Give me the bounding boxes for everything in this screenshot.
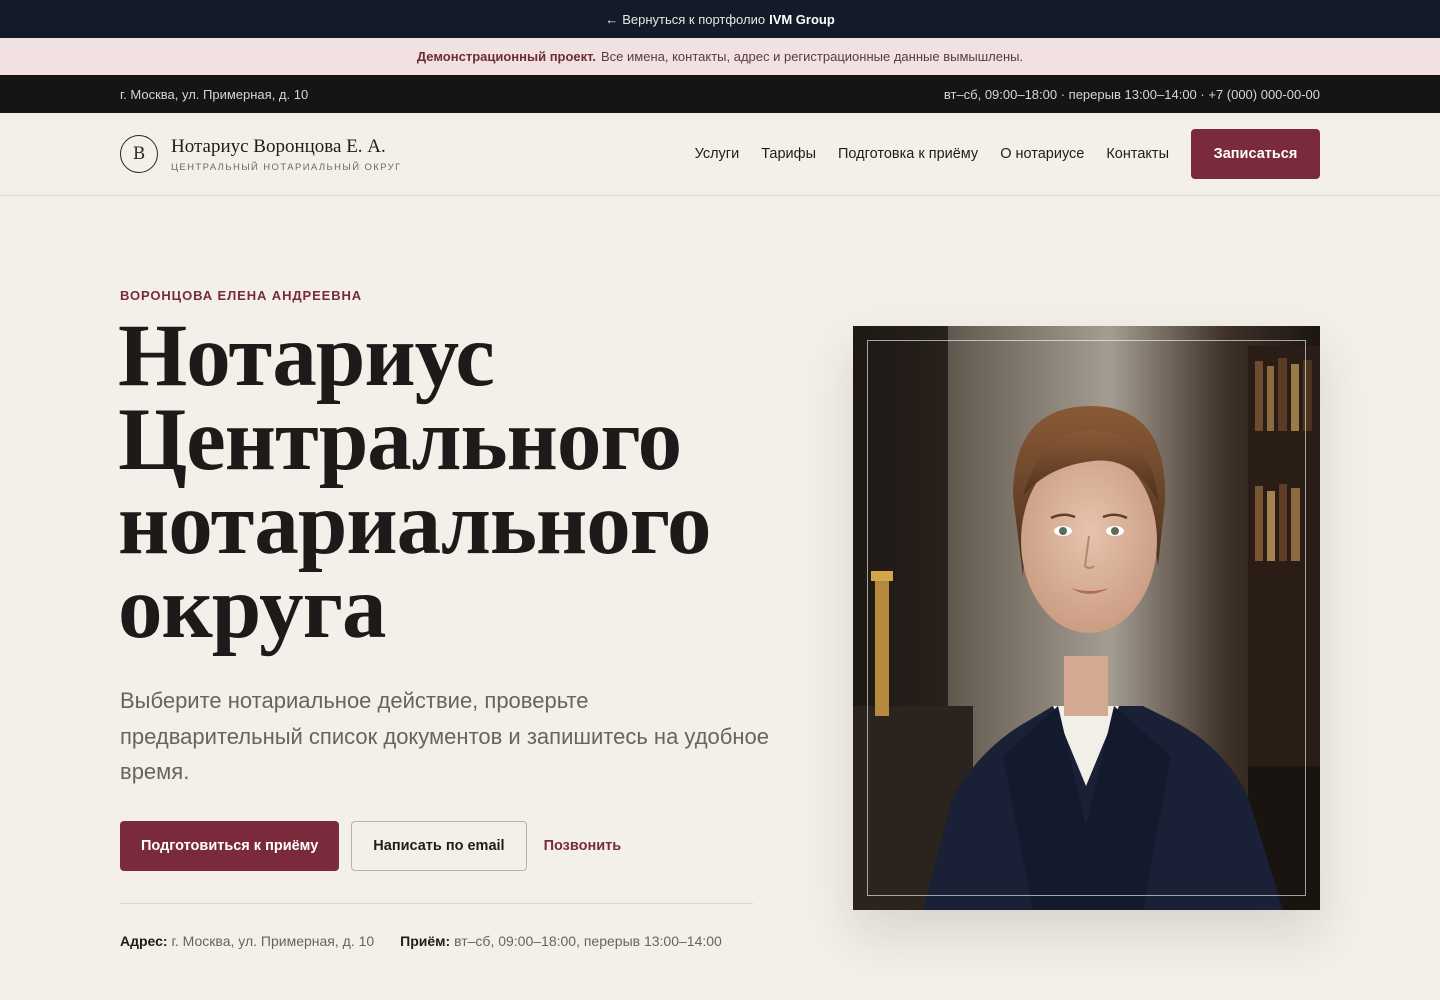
portfolio-topbar: ← Вернуться к портфолио IVM Group xyxy=(0,0,1440,38)
nav-item-preparation[interactable]: Подготовка к приёму xyxy=(838,146,978,162)
main-nav: Услуги Тарифы Подготовка к приёму О нота… xyxy=(673,129,1320,179)
info-bar: г. Москва, ул. Примерная, д. 10 вт–сб, 0… xyxy=(0,75,1440,113)
demo-banner-text: Все имена, контакты, адрес и регистрацио… xyxy=(601,49,1024,64)
email-button[interactable]: Написать по email xyxy=(351,821,527,871)
hero-actions: Подготовиться к приёму Написать по email… xyxy=(120,821,621,871)
logo-monogram-icon: В xyxy=(120,135,158,173)
demo-banner-strong: Демонстрационный проект. xyxy=(416,49,596,64)
call-link[interactable]: Позвонить xyxy=(544,838,622,854)
portfolio-brand: IVM Group xyxy=(769,11,835,27)
nav-item-contacts[interactable]: Контакты xyxy=(1106,146,1169,162)
hero-divider xyxy=(120,903,753,904)
notary-full-name: ВОРОНЦОВА ЕЛЕНА АНДРЕЕВНА xyxy=(120,288,363,303)
back-link-text: Вернуться к портфолио xyxy=(622,11,766,27)
notary-portrait xyxy=(853,326,1320,910)
hours-value: вт–сб, 09:00–18:00, перерыв 13:00–14:00 xyxy=(454,933,722,949)
nav-item-services[interactable]: Услуги xyxy=(695,146,740,162)
book-appointment-button[interactable]: Записаться xyxy=(1191,129,1320,179)
hours-label: Приём: xyxy=(400,933,451,949)
nav-item-about[interactable]: О нотариусе xyxy=(1000,146,1084,162)
info-schedule: вт–сб, 09:00–18:00 · перерыв 13:00–14:00… xyxy=(943,86,1320,102)
hero-lead: Выберите нотариальное действие, проверьт… xyxy=(120,688,769,784)
arrow-left-icon: ← xyxy=(605,11,619,27)
portrait-illustration xyxy=(853,326,1320,910)
address-label: Адрес: xyxy=(120,933,168,949)
address-fact: Адрес: г. Москва, ул. Примерная, д. 10 xyxy=(120,933,374,949)
address-value: г. Москва, ул. Примерная, д. 10 xyxy=(171,933,375,949)
hero-facts: Адрес: г. Москва, ул. Примерная, д. 10 П… xyxy=(120,933,722,949)
hero-title: Нотариус Центрального нотариального окру… xyxy=(118,307,711,657)
site-header: В Нотариус Воронцова Е. А. ЦЕНТРАЛЬНЫЙ Н… xyxy=(0,113,1440,196)
hours-fact: Приём: вт–сб, 09:00–18:00, перерыв 13:00… xyxy=(400,933,722,949)
back-to-portfolio-link[interactable]: ← Вернуться к портфолио IVM Group xyxy=(605,12,835,27)
logo-subtitle: ЦЕНТРАЛЬНЫЙ НОТАРИАЛЬНЫЙ ОКРУГ xyxy=(171,161,402,173)
site-logo[interactable]: В Нотариус Воронцова Е. А. ЦЕНТРАЛЬНЫЙ Н… xyxy=(120,135,402,173)
prepare-visit-button[interactable]: Подготовиться к приёму xyxy=(120,821,340,871)
demo-banner: Демонстрационный проект. Все имена, конт… xyxy=(0,38,1440,75)
nav-item-prices[interactable]: Тарифы xyxy=(761,146,816,162)
logo-name: Нотариус Воронцова Е. А. xyxy=(171,135,386,157)
info-address: г. Москва, ул. Примерная, д. 10 xyxy=(120,86,309,102)
